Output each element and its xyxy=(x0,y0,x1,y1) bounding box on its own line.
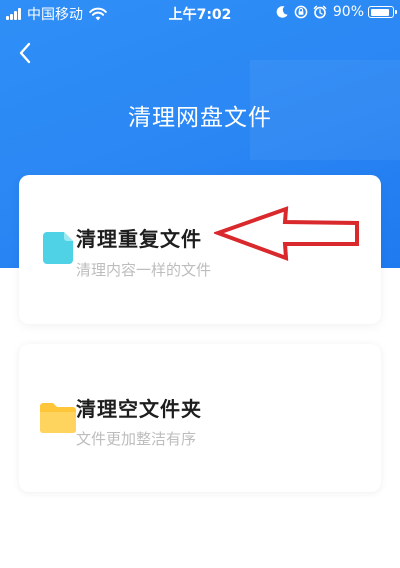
document-icon xyxy=(43,232,73,264)
orientation-lock-icon xyxy=(294,5,308,19)
back-button[interactable] xyxy=(14,40,38,66)
battery-percent: 90% xyxy=(332,4,364,20)
battery-icon xyxy=(368,6,397,18)
battery-fill xyxy=(370,8,390,16)
alarm-icon xyxy=(313,5,327,19)
card-subtitle: 清理内容一样的文件 xyxy=(76,261,212,279)
chevron-left-icon xyxy=(19,42,31,64)
moon-icon xyxy=(276,6,288,18)
red-arrow-annotation xyxy=(214,206,359,261)
card-title: 清理重复文件 xyxy=(76,227,202,251)
folder-icon xyxy=(40,403,76,433)
page-title: 清理网盘文件 xyxy=(128,105,272,131)
status-bar: 中国移动 上午7:02 90% xyxy=(0,0,400,26)
status-right: 90% xyxy=(270,4,397,20)
card-subtitle: 文件更加整洁有序 xyxy=(76,430,197,448)
card-title: 清理空文件夹 xyxy=(76,397,202,421)
clean-empty-folders-card[interactable]: 清理空文件夹 文件更加整洁有序 xyxy=(19,344,381,492)
